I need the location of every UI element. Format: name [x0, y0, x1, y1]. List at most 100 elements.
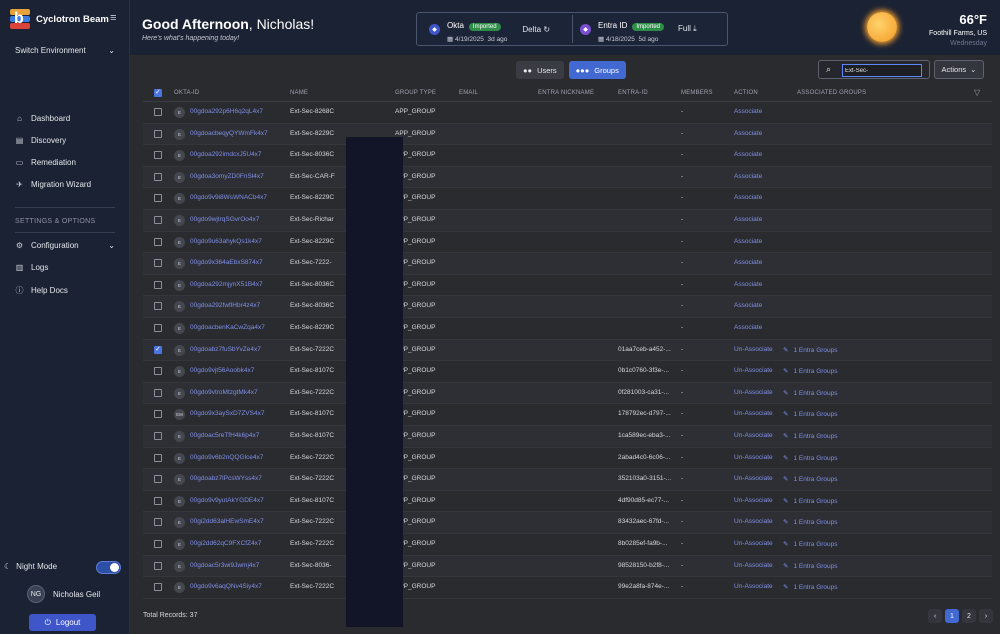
row-checkbox[interactable] — [154, 108, 162, 116]
column-members[interactable]: MEMBERS — [681, 90, 713, 96]
sidebar-item-dashboard[interactable]: ⌂ Dashboard — [15, 114, 115, 123]
table-row[interactable]: E 00gdoa292mjynX51B4x7 Ext-Sec-8036C APP_GR… — [143, 275, 992, 297]
table-row[interactable]: E00gdoabz7fuSbYvZe4x7Ext-Sec-7222CAPP_GR… — [143, 339, 992, 362]
row-checkbox[interactable] — [154, 518, 162, 527]
tab-groups[interactable]: ●●● Groups — [568, 61, 626, 79]
edit-icon[interactable]: ✎ — [783, 368, 788, 375]
logout-button[interactable]: ⏻ Logout — [29, 614, 96, 631]
row-checkbox[interactable] — [154, 583, 162, 592]
table-row[interactable]: E 00gdo9v6b2nQQGlce4x7 Ext-Sec-7222C APP_GR… — [143, 448, 992, 470]
un-associate-link[interactable]: Un-Associate — [734, 367, 773, 374]
edit-icon[interactable]: ✎ — [783, 563, 788, 570]
search-icon[interactable]: ⌕ — [826, 64, 831, 75]
okta-id-link[interactable]: 00gdo9v9i8WsWNACb4x7 — [190, 194, 267, 201]
table-row[interactable]: E 00gdo9v6aqQNv4Siy4x7 Ext-Sec-7222C APP_GR… — [143, 577, 992, 599]
associate-link[interactable]: Associate — [734, 151, 762, 158]
table-row[interactable]: E 00gdo9wjtrqSGvrOo4x7 Ext-Sec-Richar APP_G… — [143, 210, 992, 232]
okta-id-link[interactable]: 00gdoa292fwflHbr4z4x7 — [190, 302, 260, 309]
column-entra-nickname[interactable]: ENTRA NICKNAME — [538, 90, 594, 96]
okta-sync-mode[interactable]: Delta ↻ — [522, 25, 550, 34]
okta-id-link[interactable]: 00gdo9u63ahykQs1k4x7 — [190, 238, 262, 245]
switch-environment-dropdown[interactable]: Switch Environment ⌄ — [15, 46, 115, 55]
table-row[interactable]: E 00gi2dd62qC9FXCfZ4x7 Ext-Sec-7222C APP_GR… — [143, 534, 992, 556]
column-entra-id[interactable]: ENTRA-ID — [618, 90, 648, 96]
row-checkbox[interactable] — [154, 432, 162, 440]
associated-groups-link[interactable]: 1 Entra Groups — [793, 390, 837, 397]
row-checkbox[interactable] — [154, 367, 162, 376]
okta-id-link[interactable]: 00gdo9x364aEbxS874x7 — [190, 259, 263, 266]
un-associate-link[interactable]: Un-Associate — [734, 475, 773, 482]
row-checkbox[interactable] — [154, 151, 162, 160]
table-row[interactable]: E 00gdoa292p6H6q2qL4x7 Ext-Sec-8268C APP_GR… — [143, 102, 992, 124]
okta-id-link[interactable]: 00gdoac5reTfH4k6p4x7 — [190, 432, 259, 439]
edit-icon[interactable]: ✎ — [783, 390, 788, 397]
okta-id-link[interactable]: 00gi2dd63alHEwSmE4x7 — [190, 518, 264, 525]
search-input[interactable] — [842, 64, 922, 77]
select-all-checkbox[interactable] — [154, 88, 162, 97]
associate-link[interactable]: Associate — [734, 108, 762, 115]
edit-icon[interactable]: ✎ — [783, 347, 788, 354]
okta-id-link[interactable]: 00gdo9vtroMtzgtMk4x7 — [190, 389, 258, 396]
table-row[interactable]: EM 00gdo9x3aySxD7ZVS4x7 Ext-Sec-8107C APP_G… — [143, 404, 992, 426]
edit-icon[interactable]: ✎ — [783, 476, 788, 483]
table-row[interactable]: E 00gdoa292fwflHbr4z4x7 Ext-Sec-8036C APP_G… — [143, 296, 992, 318]
un-associate-link[interactable]: Un-Associate — [734, 497, 773, 504]
associate-link[interactable]: Associate — [734, 194, 762, 201]
edit-icon[interactable]: ✎ — [783, 411, 788, 418]
menu-collapse-icon[interactable]: ≡ — [110, 12, 116, 24]
associated-groups-link[interactable]: 1 Entra Groups — [793, 498, 837, 505]
table-row[interactable]: E 00gdo9x364aEbxS874x7 Ext-Sec-7222- APP_GR… — [143, 253, 992, 275]
table-row[interactable]: E 00gdoa292imdcxJ5U4x7 Ext-Sec-8036C APP_GR… — [143, 145, 992, 167]
sidebar-item-help-docs[interactable]: ⓘ Help Docs — [15, 285, 115, 296]
okta-id-link[interactable]: 00gdoa292p6H6q2qL4x7 — [190, 108, 263, 115]
associated-groups-link[interactable]: 1 Entra Groups — [793, 476, 837, 483]
row-checkbox[interactable] — [154, 561, 162, 570]
column-email[interactable]: EMAIL — [459, 90, 478, 96]
tab-users[interactable]: ●● Users — [516, 61, 564, 79]
row-checkbox[interactable] — [154, 259, 162, 268]
column-group-type[interactable]: GROUP TYPE — [395, 90, 436, 96]
okta-id-link[interactable]: 00gdo9x3aySxD7ZVS4x7 — [190, 410, 264, 417]
table-row[interactable]: E 00gdoabz7lPcsWYss4x7 Ext-Sec-7222C APP_GR… — [143, 469, 992, 491]
row-checkbox[interactable] — [154, 280, 162, 289]
associated-groups-link[interactable]: 1 Entra Groups — [793, 347, 837, 354]
un-associate-link[interactable]: Un-Associate — [734, 432, 773, 439]
okta-id-link[interactable]: 00gdoa292mjynX51B4x7 — [190, 281, 263, 288]
table-row[interactable]: E 00gdo9u63ahykQs1k4x7 Ext-Sec-8229C APP_GR… — [143, 232, 992, 254]
table-row[interactable]: E 00gdoacbeqyQYWmFk4x7 Ext-Sec-8229C APP_GR… — [143, 123, 992, 146]
un-associate-link[interactable]: Un-Associate — [734, 540, 773, 547]
page-1-button[interactable]: 1 — [945, 609, 959, 623]
edit-icon[interactable]: ✎ — [783, 433, 788, 440]
associate-link[interactable]: Associate — [734, 216, 762, 223]
edit-icon[interactable]: ✎ — [783, 541, 788, 548]
row-checkbox[interactable] — [154, 216, 162, 224]
sidebar-item-remediation[interactable]: ▭ Remediation — [15, 158, 115, 167]
un-associate-link[interactable]: Un-Associate — [734, 454, 773, 461]
row-checkbox[interactable] — [154, 475, 162, 484]
row-checkbox[interactable] — [154, 129, 162, 138]
okta-id-link[interactable]: 00gi2dd62qC9FXCfZ4x7 — [190, 540, 262, 547]
associate-link[interactable]: Associate — [734, 130, 762, 137]
table-row[interactable]: E 00gdoa3omyZD0FnSl4x7 Ext-Sec-CAR-F APP_GR… — [143, 166, 992, 189]
row-checkbox[interactable] — [154, 194, 162, 203]
associate-link[interactable]: Associate — [734, 324, 762, 331]
user-profile[interactable]: NG Nicholas Geil — [27, 585, 100, 603]
edit-icon[interactable]: ✎ — [783, 519, 788, 526]
table-row[interactable]: E 00gdo9vtroMtzgtMk4x7 Ext-Sec-7222C APP_GR… — [143, 382, 992, 405]
associate-link[interactable]: Associate — [734, 281, 762, 288]
row-checkbox[interactable] — [154, 324, 162, 332]
associated-groups-link[interactable]: 1 Entra Groups — [793, 411, 837, 418]
table-row[interactable]: E 00gi2dd63alHEwSmE4x7 Ext-Sec-7222C APP_GR… — [143, 512, 992, 534]
row-checkbox[interactable] — [154, 496, 162, 505]
entra-sync-mode[interactable]: Full ⤓ — [678, 24, 697, 34]
okta-id-link[interactable]: 00gdoabz7fuSbYvZe4x7 — [190, 346, 261, 353]
sidebar-item-logs[interactable]: ▥ Logs — [15, 263, 115, 272]
un-associate-link[interactable]: Un-Associate — [734, 518, 773, 525]
okta-id-link[interactable]: 00gdo9v6b2nQQGlce4x7 — [190, 454, 263, 461]
row-checkbox[interactable] — [154, 172, 162, 181]
row-checkbox[interactable] — [154, 453, 162, 462]
associated-groups-link[interactable]: 1 Entra Groups — [793, 584, 837, 591]
associated-groups-link[interactable]: 1 Entra Groups — [793, 433, 837, 440]
prev-page-button[interactable]: ‹ — [928, 609, 942, 623]
filter-icon[interactable]: ▽ — [974, 88, 980, 97]
